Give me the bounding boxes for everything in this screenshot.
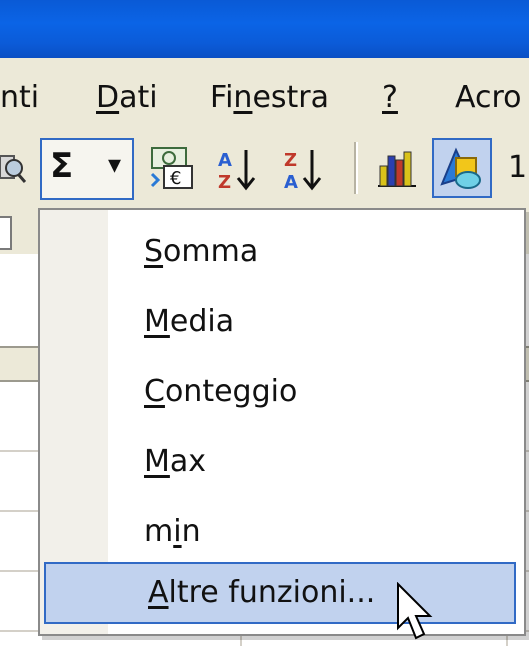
drawing-icon — [440, 147, 481, 189]
menu-item-dati[interactable]: Dati — [96, 80, 158, 115]
sigma-icon: Σ — [50, 146, 74, 186]
svg-text:A: A — [218, 150, 232, 171]
mnemonic-letter: n — [233, 80, 253, 115]
menu-item-finestra-label: Finestra — [210, 80, 330, 115]
svg-text:A: A — [284, 172, 298, 192]
menu-item-label: Conteggio — [144, 374, 298, 409]
menu-item-label: Altre funzioni... — [148, 575, 376, 610]
sort-ascending-icon: A Z — [218, 150, 256, 193]
autosum-dropdown-menu: Somma Media Conteggio Max min Altre funz… — [38, 208, 526, 636]
sort-descending-icon: Z A — [284, 150, 322, 193]
menu-item-label: Somma — [144, 234, 259, 269]
menu-item-min[interactable]: min — [40, 504, 524, 560]
chart-wizard-icon — [378, 151, 416, 187]
toolbar-separator — [354, 142, 358, 194]
menu-item-conteggio[interactable]: Conteggio — [40, 364, 524, 420]
menu-item-max[interactable]: Max — [40, 434, 524, 490]
menu-item-help[interactable]: ? — [382, 80, 398, 115]
print-preview-icon — [0, 155, 27, 183]
svg-text:Z: Z — [284, 150, 297, 171]
menu-item-dati-rest: ati — [119, 80, 158, 115]
standard-toolbar: Σ ▾ € A Z Z A 1 — [0, 132, 529, 206]
print-preview-button[interactable] — [0, 148, 27, 188]
svg-text:€: € — [170, 168, 181, 189]
euro-conversion-icon: € — [150, 147, 193, 189]
toolbar-button-edge — [0, 216, 12, 250]
menu-item-label: Media — [144, 304, 235, 339]
chart-wizard-button[interactable] — [374, 146, 420, 190]
sort-ascending-button[interactable]: A Z — [216, 146, 260, 193]
menu-item-strumenti[interactable]: nti — [0, 80, 39, 115]
euro-conversion-button[interactable]: € — [146, 146, 194, 190]
svg-text:Z: Z — [218, 172, 231, 192]
drawing-toolbar-button[interactable] — [432, 138, 492, 198]
mouse-cursor — [392, 581, 436, 650]
sort-descending-button[interactable]: Z A — [282, 146, 326, 193]
menu-item-somma[interactable]: Somma — [40, 224, 524, 280]
window-titlebar — [0, 0, 529, 58]
menu-item-label: min — [144, 514, 201, 549]
menu-item-acrobat[interactable]: Acro — [455, 80, 522, 115]
menu-item-media[interactable]: Media — [40, 294, 524, 350]
autosum-button[interactable]: Σ ▾ — [40, 138, 134, 200]
zoom-value[interactable]: 1 — [508, 150, 527, 185]
menu-item-finestra[interactable]: Finestra — [210, 80, 329, 115]
menu-bar: nti Dati Finestra ? Acro — [0, 58, 529, 132]
pointer-cursor-icon — [397, 581, 433, 640]
menu-item-altre-funzioni[interactable]: Altre funzioni... — [44, 562, 516, 624]
menu-item-label: Max — [144, 444, 207, 479]
chevron-down-icon: ▾ — [108, 150, 122, 180]
